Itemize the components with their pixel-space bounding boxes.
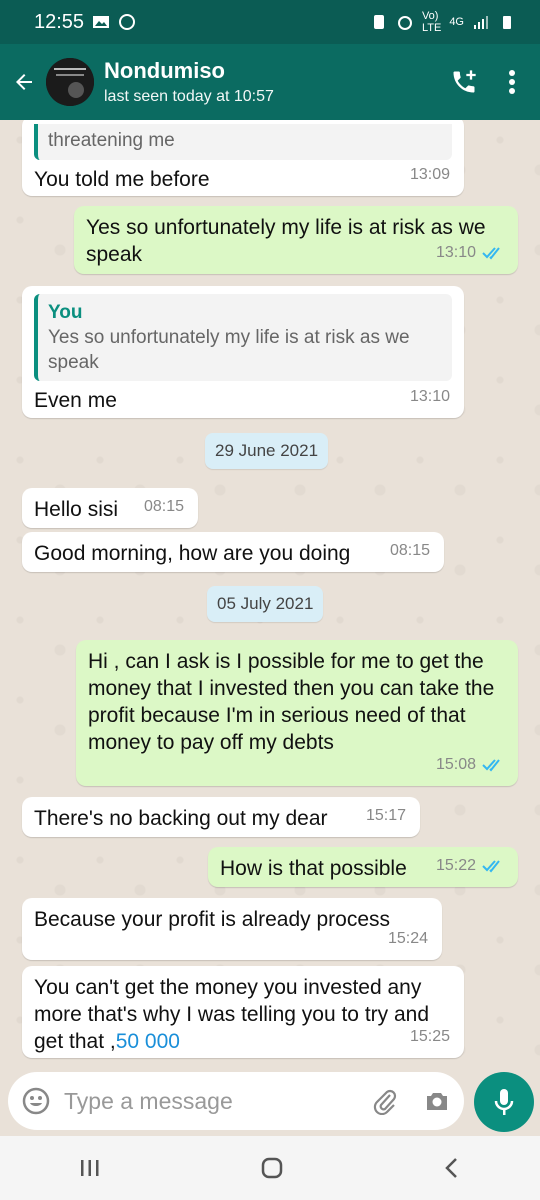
signal-icon xyxy=(474,16,488,29)
recents-icon[interactable] xyxy=(78,1156,102,1180)
last-seen: last seen today at 10:57 xyxy=(104,88,274,105)
composer: Type a message xyxy=(0,1072,540,1136)
message-text: Hello sisi xyxy=(34,498,119,521)
message-incoming[interactable]: There's no backing out my dear 15:17 xyxy=(22,797,420,837)
chat-area[interactable]: threatening me You told me before 13:09 … xyxy=(0,120,540,1072)
message-text: How is that possible xyxy=(220,857,407,880)
message-outgoing[interactable]: How is that possible 15:22 xyxy=(208,847,518,887)
message-text: Because your profit is already process xyxy=(34,908,391,931)
alarm-icon xyxy=(397,16,412,30)
message-time: 13:09 xyxy=(409,166,450,183)
quoted-message[interactable]: threatening me xyxy=(34,124,452,160)
message-time: 15:24 xyxy=(387,930,428,947)
add-call-icon[interactable] xyxy=(450,68,478,96)
date-divider: 29 June 2021 xyxy=(205,433,329,469)
system-nav-bar xyxy=(0,1136,540,1200)
message-text: Even me xyxy=(34,389,117,412)
battery-icon xyxy=(503,16,511,29)
quoted-text: threatening me xyxy=(48,130,175,151)
message-incoming[interactable]: You can't get the money you invested any… xyxy=(22,966,464,1058)
home-icon[interactable] xyxy=(259,1155,285,1181)
message-time: 08:15 xyxy=(143,498,184,515)
more-vert-icon[interactable] xyxy=(508,69,516,95)
emoji-icon[interactable] xyxy=(22,1087,50,1115)
quoted-text: Yes so unfortunately my life is at risk … xyxy=(48,327,410,373)
message-text: Good morning, how are you doing xyxy=(34,542,351,565)
read-ticks-icon xyxy=(482,859,500,872)
battery-saver-icon xyxy=(373,15,384,29)
whatsapp-notification-icon xyxy=(119,14,136,30)
attach-icon[interactable] xyxy=(372,1087,398,1115)
message-text: You told me before xyxy=(34,168,210,191)
message-time: 13:10 xyxy=(409,388,450,405)
message-input[interactable]: Type a message xyxy=(8,1072,464,1130)
quoted-sender: You xyxy=(48,302,83,323)
mic-button[interactable] xyxy=(474,1072,534,1132)
volte-label: Vo) LTE xyxy=(421,10,442,34)
message-text: There's no backing out my dear xyxy=(34,807,328,830)
contact-info[interactable]: Nondumiso last seen today at 10:57 xyxy=(104,58,274,106)
number-link[interactable]: 50 000 xyxy=(116,1030,180,1053)
mic-icon xyxy=(494,1089,514,1115)
message-incoming[interactable]: Hello sisi 08:15 xyxy=(22,488,198,528)
message-incoming[interactable]: You Yes so unfortunately my life is at r… xyxy=(22,286,464,418)
quoted-message[interactable]: You Yes so unfortunately my life is at r… xyxy=(34,294,452,381)
back-arrow-icon[interactable] xyxy=(10,68,38,96)
message-incoming[interactable]: threatening me You told me before 13:09 xyxy=(22,120,464,196)
date-divider: 05 July 2021 xyxy=(207,586,324,622)
network-type: 4G xyxy=(449,16,464,28)
message-time: 15:22 xyxy=(435,857,476,874)
message-time: 13:10 xyxy=(435,244,476,261)
message-text: You can't get the money you invested any… xyxy=(34,976,430,1053)
read-ticks-icon xyxy=(482,758,500,771)
message-outgoing[interactable]: Yes so unfortunately my life is at risk … xyxy=(74,206,518,274)
message-outgoing[interactable]: Hi , can I ask is I possible for me to g… xyxy=(76,640,518,786)
status-bar: 12:55 Vo) LTE 4G xyxy=(0,0,540,44)
contact-name: Nondumiso xyxy=(104,58,225,83)
message-time: 15:08 xyxy=(435,756,476,773)
message-time: 15:17 xyxy=(365,807,406,824)
status-time: 12:55 xyxy=(34,10,85,33)
avatar[interactable] xyxy=(46,58,94,106)
message-placeholder[interactable]: Type a message xyxy=(64,1088,372,1115)
message-time: 08:15 xyxy=(389,542,430,559)
back-nav-icon[interactable] xyxy=(442,1156,462,1180)
gallery-notification-icon xyxy=(93,16,110,28)
message-text: Hi , can I ask is I possible for me to g… xyxy=(88,650,495,754)
read-ticks-icon xyxy=(482,246,500,259)
chat-header: Nondumiso last seen today at 10:57 xyxy=(0,44,540,120)
camera-icon[interactable] xyxy=(424,1090,450,1112)
message-incoming[interactable]: Because your profit is already process 1… xyxy=(22,898,442,960)
message-time: 15:25 xyxy=(409,1028,450,1045)
message-incoming[interactable]: Good morning, how are you doing 08:15 xyxy=(22,532,444,572)
